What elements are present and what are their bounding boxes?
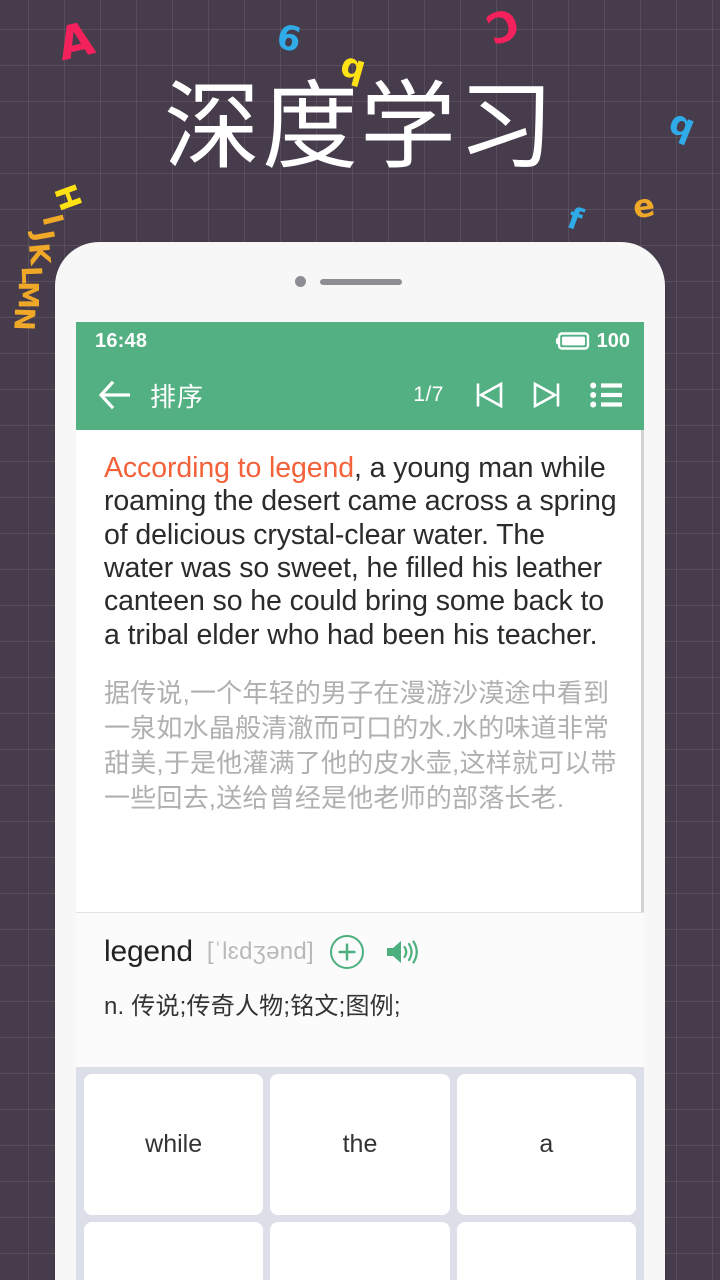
word-tile[interactable]: roaming (270, 1222, 450, 1280)
passage-highlighted-phrase[interactable]: According to legend (104, 452, 354, 484)
phone-speaker-grille (320, 279, 402, 285)
dictionary-definition: n. 传说;传奇人物;铭文;图例; (104, 993, 401, 1020)
page-counter: 1/7 (413, 383, 444, 406)
skip-previous-icon[interactable] (462, 372, 516, 418)
word-tile[interactable]: young (84, 1222, 264, 1280)
speaker-volume-icon[interactable] (384, 935, 420, 969)
word-tile[interactable]: while (84, 1074, 264, 1215)
app-bar: 排序 1/7 (76, 360, 644, 430)
arrow-left-icon[interactable] (92, 372, 138, 418)
plus-circle-icon[interactable] (330, 935, 365, 969)
status-bar-time: 16:48 (95, 329, 148, 352)
word-tile-area: whilethea youngroamingman (76, 1067, 644, 1280)
floating-letter: e (630, 185, 658, 227)
reading-pane: According to legend, a young man while r… (76, 430, 644, 912)
word-tile[interactable]: the (270, 1074, 450, 1215)
floating-letter: K (21, 241, 57, 267)
status-bar-right-group: 100 (555, 329, 630, 353)
app-bar-title: 排序 (150, 381, 205, 412)
dictionary-word: legend (104, 935, 193, 968)
word-tile[interactable]: a (456, 1074, 636, 1215)
battery-percent-label: 100 (596, 329, 630, 352)
dictionary-phonetic: [ˈlɛdʒənd] (206, 938, 315, 965)
app-screen: 16:48 100 排序 1/7 According to legend, a … (76, 322, 644, 1280)
passage-translation: 据传说,一个年轻的男子在漫游沙漠途中看到一泉如水晶般清澈而可口的水.水的味道非常… (104, 678, 617, 813)
word-tile[interactable]: man (456, 1222, 636, 1280)
promo-title: 深度学习 (164, 74, 556, 181)
vertical-scrollbar[interactable] (641, 430, 644, 912)
battery-full-icon (555, 332, 590, 350)
dictionary-headword-row: legend [ˈlɛdʒənd] (104, 935, 618, 969)
phone-camera-dot (295, 276, 306, 287)
dictionary-pane: legend [ˈlɛdʒənd] n. 传说;传奇人物;铭文;图例; (76, 912, 644, 1067)
list-menu-icon[interactable] (582, 372, 630, 418)
passage-english[interactable]: According to legend, a young man while r… (104, 452, 618, 652)
status-bar: 16:48 100 (76, 322, 644, 360)
floating-letter: N (7, 306, 42, 332)
skip-next-icon[interactable] (520, 372, 574, 418)
floating-letter: M (11, 281, 45, 309)
